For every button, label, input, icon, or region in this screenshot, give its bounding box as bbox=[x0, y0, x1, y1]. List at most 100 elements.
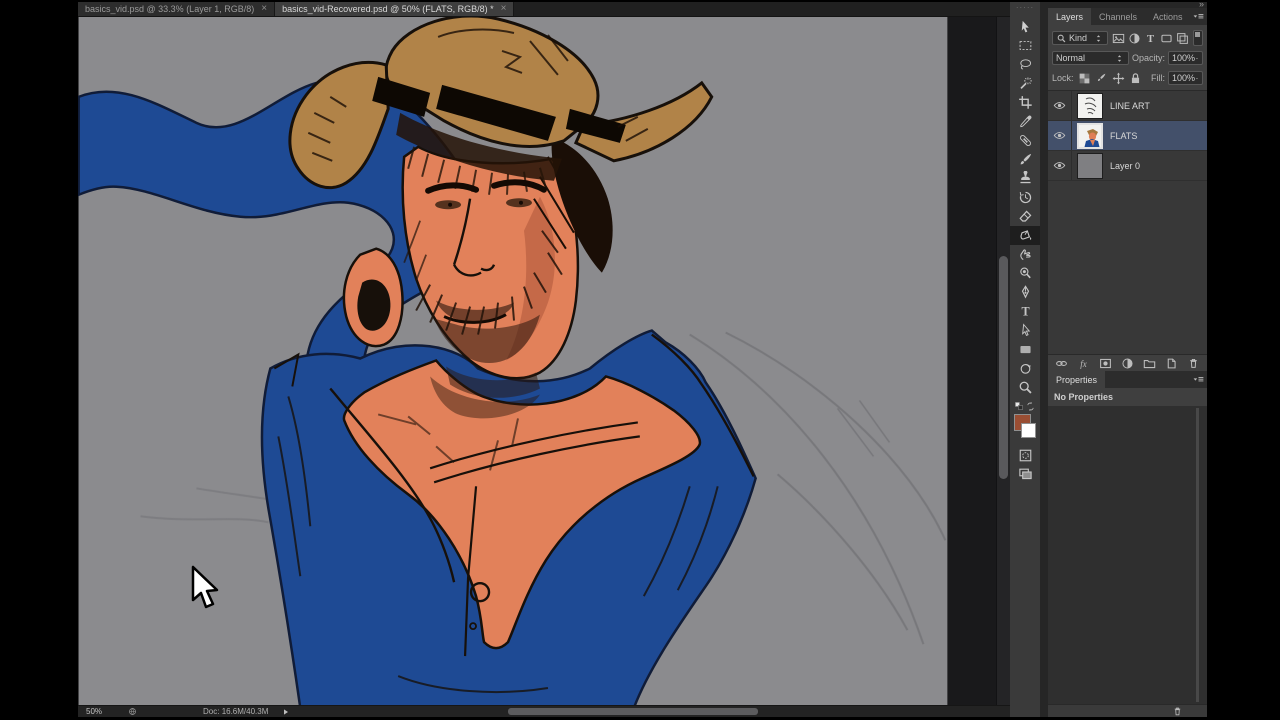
opacity-select[interactable]: 100% bbox=[1168, 51, 1203, 65]
path-selection-tool[interactable] bbox=[1010, 321, 1040, 340]
layer-thumbnail[interactable] bbox=[1077, 92, 1103, 119]
blend-mode-select[interactable]: Normal bbox=[1052, 51, 1129, 65]
lock-brushsm-button[interactable] bbox=[1094, 71, 1109, 86]
filter-picture-button[interactable] bbox=[1111, 31, 1126, 46]
magic-wand-tool[interactable] bbox=[1010, 74, 1040, 93]
layer-thumbnail[interactable] bbox=[1077, 152, 1103, 179]
eye-icon bbox=[1053, 159, 1066, 172]
pen-tool[interactable] bbox=[1010, 283, 1040, 302]
status-flyout-icon[interactable] bbox=[282, 708, 290, 716]
visibility-toggle[interactable] bbox=[1048, 121, 1072, 150]
footer-link-button[interactable] bbox=[1054, 356, 1068, 370]
smartobj-icon bbox=[1176, 32, 1189, 45]
padlock-icon bbox=[1129, 72, 1142, 85]
panel-menu-icon[interactable] bbox=[1192, 373, 1205, 386]
tab-channels[interactable]: Channels bbox=[1091, 8, 1145, 25]
smudge-tool-icon bbox=[1018, 247, 1033, 262]
dodge-tool[interactable] bbox=[1010, 264, 1040, 283]
clone-stamp-tool-icon bbox=[1018, 171, 1033, 186]
toolbar-grip[interactable]: ····· bbox=[1010, 2, 1040, 17]
paint-bucket-tool[interactable] bbox=[1010, 226, 1040, 245]
swap-colors-icon[interactable] bbox=[1025, 401, 1036, 412]
zoom-tool[interactable] bbox=[1010, 378, 1040, 397]
screen-mode-button[interactable] bbox=[1010, 464, 1040, 482]
vertical-scrollbar[interactable] bbox=[996, 16, 1010, 706]
move-tool-icon bbox=[1018, 19, 1033, 34]
horizontal-scrollbar-thumb[interactable] bbox=[508, 708, 758, 716]
eyedropper-tool[interactable] bbox=[1010, 112, 1040, 131]
history-brush-tool[interactable] bbox=[1010, 188, 1040, 207]
tab-actions[interactable]: Actions bbox=[1145, 8, 1191, 25]
lasso-tool[interactable] bbox=[1010, 55, 1040, 74]
eraser-tool[interactable] bbox=[1010, 207, 1040, 226]
fill-select[interactable]: 100% bbox=[1168, 71, 1203, 85]
filter-halfcircle-button[interactable] bbox=[1127, 31, 1142, 46]
blend-mode-value: Normal bbox=[1056, 53, 1086, 63]
type-tool[interactable]: T bbox=[1010, 302, 1040, 321]
filter-kind-select[interactable]: Kind bbox=[1052, 31, 1108, 45]
move-tool[interactable] bbox=[1010, 17, 1040, 36]
brush-tool[interactable] bbox=[1010, 150, 1040, 169]
screen-mode-icon bbox=[1018, 466, 1033, 481]
trash-icon[interactable] bbox=[1172, 706, 1183, 717]
tab-properties[interactable]: Properties bbox=[1048, 371, 1106, 388]
lasso-tool-icon bbox=[1018, 57, 1033, 72]
quick-mask-button[interactable] bbox=[1010, 446, 1040, 464]
filter-smartobj-button[interactable] bbox=[1175, 31, 1190, 46]
filter-typeT-button[interactable]: T bbox=[1143, 31, 1158, 46]
filtering-toggle[interactable] bbox=[1193, 30, 1203, 46]
halfcircle-icon bbox=[1121, 357, 1134, 370]
footer-halfcircle-button[interactable] bbox=[1120, 356, 1134, 370]
chevron-down-icon bbox=[1195, 53, 1199, 64]
layer-row-line-art[interactable]: LINE ART bbox=[1048, 91, 1207, 121]
lock-checker-button[interactable] bbox=[1077, 71, 1092, 86]
folder-icon bbox=[1143, 357, 1156, 370]
footer-folder-button[interactable] bbox=[1143, 356, 1157, 370]
search-icon bbox=[1056, 33, 1067, 44]
visibility-toggle[interactable] bbox=[1048, 151, 1072, 180]
healing-brush-tool[interactable] bbox=[1010, 131, 1040, 150]
properties-panel-body bbox=[1048, 406, 1207, 704]
rectangular-marquee-tool[interactable] bbox=[1010, 36, 1040, 55]
close-tab-icon[interactable]: × bbox=[501, 3, 507, 14]
brushsm-icon bbox=[1095, 72, 1108, 85]
panel-menu-icon[interactable] bbox=[1192, 10, 1205, 23]
layer-row-flats[interactable]: FLATS bbox=[1048, 121, 1207, 151]
layer-thumbnail[interactable] bbox=[1077, 122, 1103, 149]
zoom-level-field[interactable]: 50% bbox=[86, 707, 102, 716]
properties-scrollbar[interactable] bbox=[1196, 408, 1199, 702]
default-colors-icon[interactable] bbox=[1014, 401, 1025, 412]
mouse-cursor bbox=[190, 565, 220, 615]
close-tab-icon[interactable]: × bbox=[261, 3, 267, 14]
filter-shapes-button[interactable] bbox=[1159, 31, 1174, 46]
svg-text:T: T bbox=[1021, 305, 1029, 319]
footer-fx-button[interactable]: fx bbox=[1076, 356, 1090, 370]
lock-movecross-button[interactable] bbox=[1111, 71, 1126, 86]
shape-tool[interactable] bbox=[1010, 340, 1040, 359]
document-tab[interactable]: basics_vid.psd @ 33.3% (Layer 1, RGB/8) × bbox=[78, 2, 276, 16]
lock-padlock-button[interactable] bbox=[1128, 71, 1143, 86]
footer-trash-button[interactable] bbox=[1187, 356, 1201, 370]
footer-newlayer-button[interactable] bbox=[1165, 356, 1179, 370]
layer-row-layer-0[interactable]: Layer 0 bbox=[1048, 151, 1207, 181]
footer-masksm-button[interactable] bbox=[1098, 356, 1112, 370]
visibility-toggle[interactable] bbox=[1048, 91, 1072, 120]
vertical-scrollbar-thumb[interactable] bbox=[999, 255, 1008, 479]
layer-list-empty-space bbox=[1048, 181, 1207, 354]
path-selection-tool-icon bbox=[1018, 323, 1033, 338]
background-color-swatch[interactable] bbox=[1021, 423, 1036, 438]
tools-panel: ····· T bbox=[1010, 2, 1040, 717]
smudge-tool[interactable] bbox=[1010, 245, 1040, 264]
canvas-viewport[interactable] bbox=[78, 16, 1010, 706]
rotate-view-tool[interactable] bbox=[1010, 359, 1040, 378]
filter-kind-label: Kind bbox=[1069, 33, 1088, 43]
document-tab[interactable]: basics_vid-Recovered.psd @ 50% (FLATS, R… bbox=[275, 2, 515, 16]
halfcircle-icon bbox=[1128, 32, 1141, 45]
clone-stamp-tool[interactable] bbox=[1010, 169, 1040, 188]
lock-buttons bbox=[1077, 71, 1143, 86]
tab-layers[interactable]: Layers bbox=[1048, 8, 1092, 25]
crop-tool[interactable] bbox=[1010, 93, 1040, 112]
properties-tab-label: Properties bbox=[1056, 374, 1098, 385]
collapse-dock-icon[interactable]: » bbox=[1199, 0, 1204, 9]
eye-icon bbox=[1053, 129, 1066, 142]
